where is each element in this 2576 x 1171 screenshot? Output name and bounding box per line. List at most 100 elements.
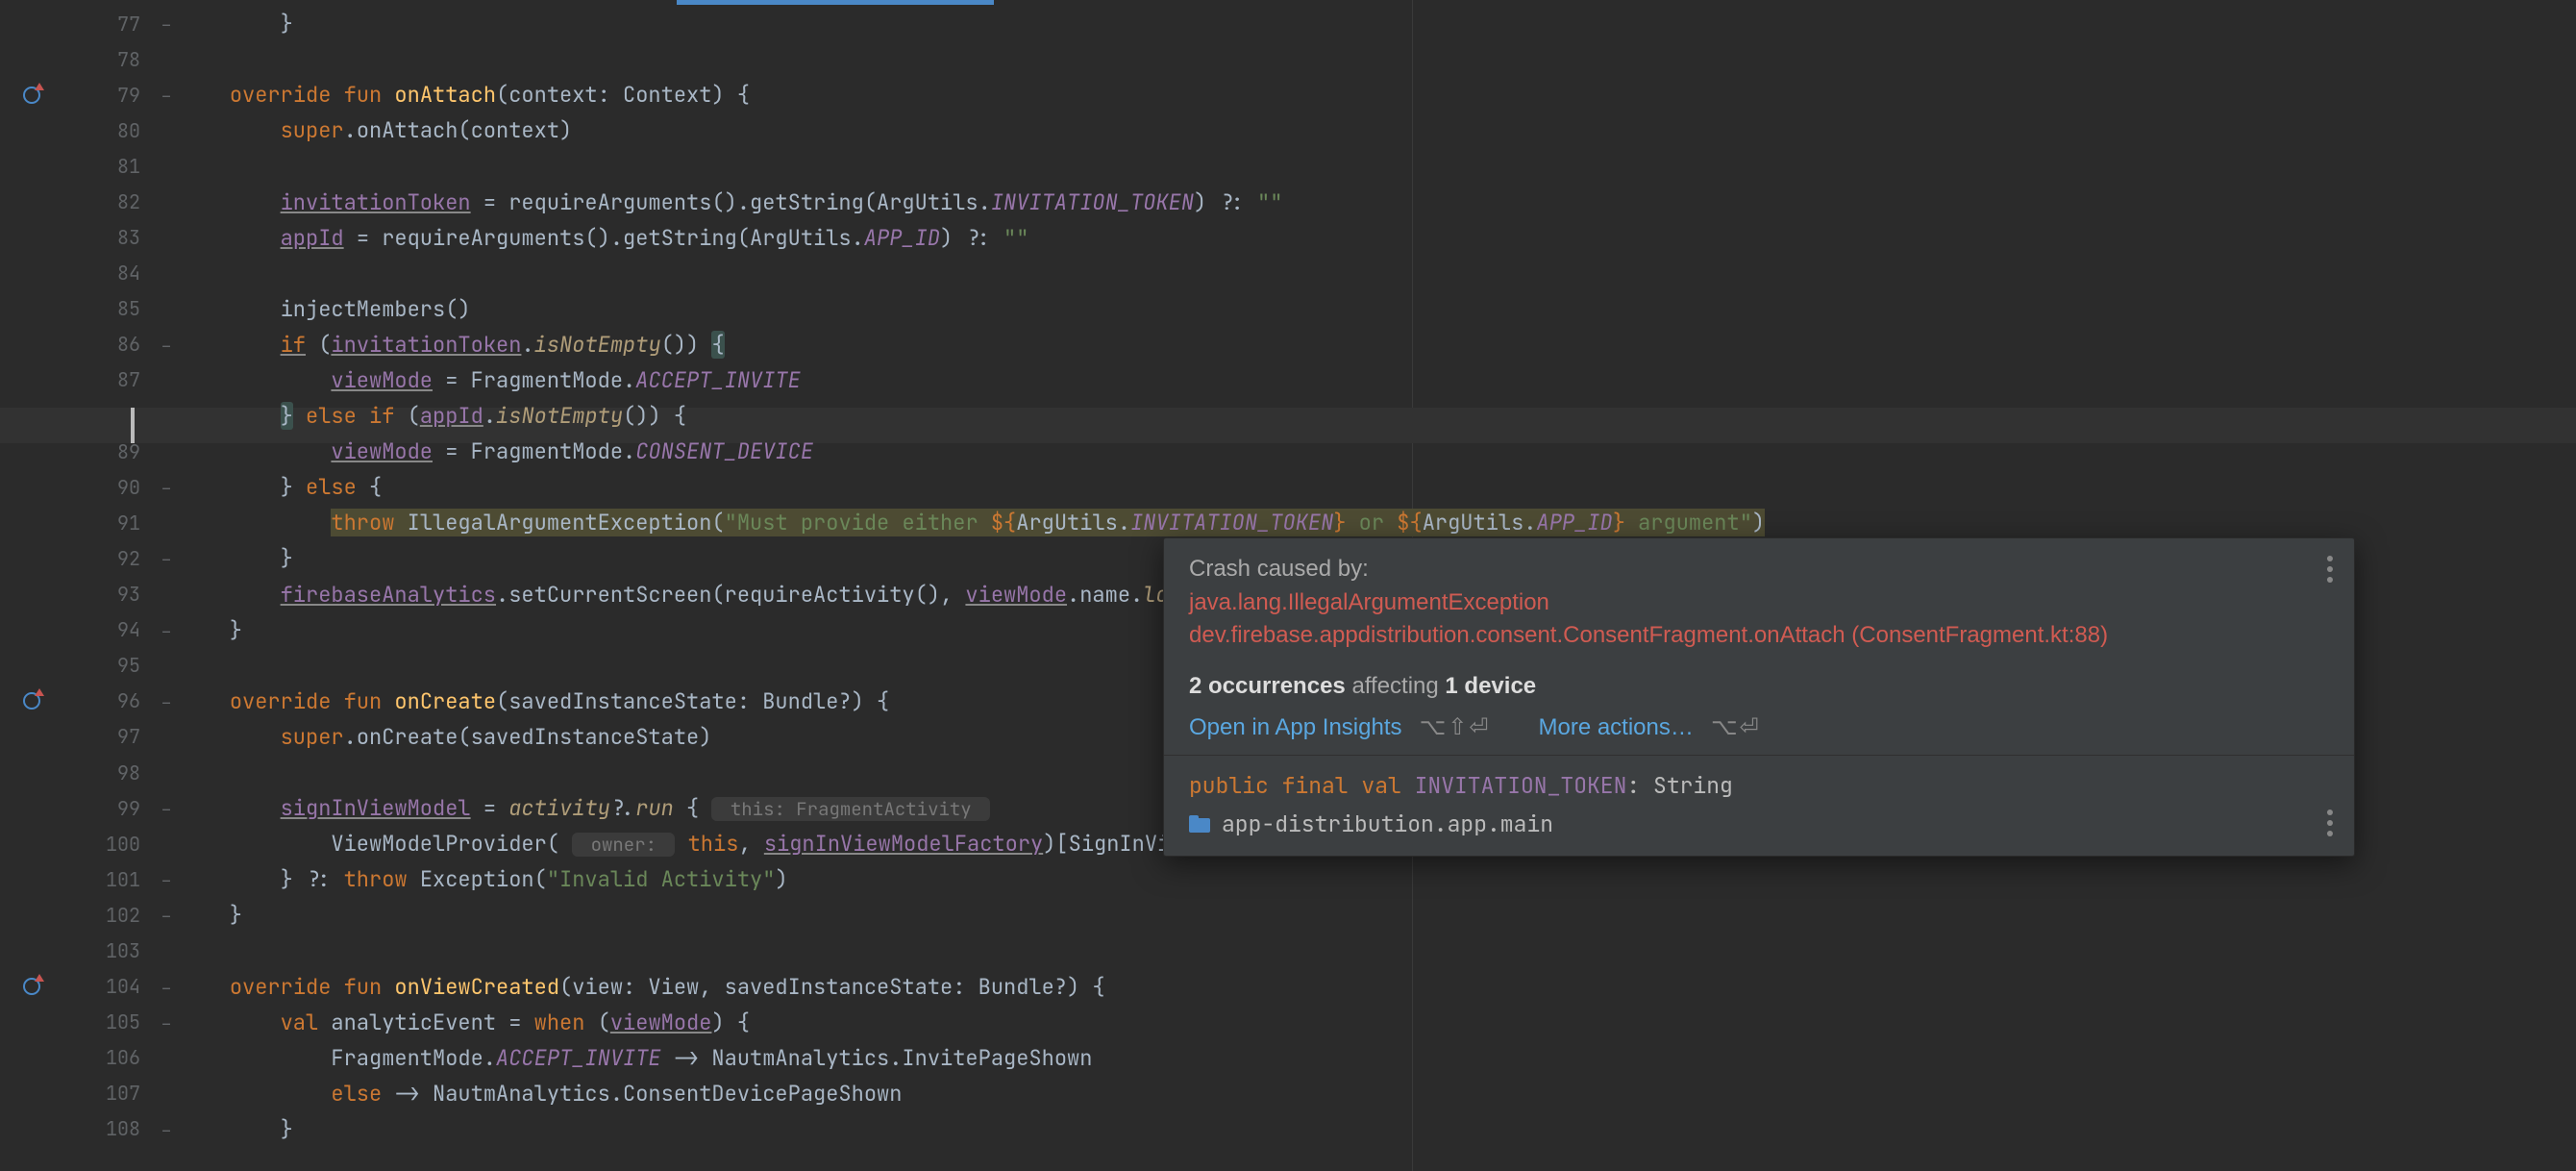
code-line[interactable]: 106 FragmentMode.ACCEPT_INVITE -> NautmA… [0, 1040, 2576, 1076]
code-content[interactable]: invitationToken = requireArguments().get… [179, 188, 2576, 216]
code-content[interactable]: else -> NautmAnalytics.ConsentDevicePage… [179, 1080, 2576, 1108]
code-line[interactable]: 79– override fun onAttach(context: Conte… [0, 77, 2576, 112]
line-number[interactable]: 94 [48, 617, 154, 642]
code-line[interactable]: 105– val analyticEvent = when (viewMode)… [0, 1005, 2576, 1040]
declaration-more-icon[interactable] [2327, 810, 2333, 836]
code-line[interactable]: 89 viewMode = FragmentMode.CONSENT_DEVIC… [0, 434, 2576, 469]
code-line[interactable]: 83 appId = requireArguments().getString(… [0, 220, 2576, 256]
code-line[interactable]: 82 invitationToken = requireArguments().… [0, 184, 2576, 219]
code-content[interactable]: if (invitationToken.isNotEmpty()) { [179, 331, 2576, 359]
line-number[interactable]: 101 [48, 867, 154, 892]
line-number[interactable]: 105 [48, 1009, 154, 1034]
open-shortcut: ⌥⇧⏎ [1420, 714, 1491, 740]
override-gutter-icon[interactable] [23, 87, 40, 104]
code-content[interactable]: viewMode = FragmentMode.CONSENT_DEVICE [179, 437, 2576, 465]
line-number[interactable]: 85 [48, 296, 154, 321]
code-line[interactable]: 80 super.onAttach(context) [0, 112, 2576, 148]
code-content[interactable]: FragmentMode.ACCEPT_INVITE -> NautmAnaly… [179, 1044, 2576, 1072]
code-content[interactable]: appId = requireArguments().getString(Arg… [179, 224, 2576, 252]
line-number[interactable]: 99 [48, 796, 154, 821]
more-actions-link[interactable]: More actions… [1538, 714, 1693, 740]
code-line[interactable]: 88 } else if (appId.isNotEmpty()) { [0, 398, 2576, 434]
line-number[interactable]: 96 [48, 688, 154, 713]
code-content[interactable]: override fun onAttach(context: Context) … [179, 81, 2576, 109]
code-content[interactable]: } ?: throw Exception("Invalid Activity") [179, 865, 2576, 893]
line-number[interactable]: 90 [48, 475, 154, 500]
code-content[interactable]: viewMode = FragmentMode.ACCEPT_INVITE [179, 366, 2576, 394]
line-number[interactable]: 86 [48, 332, 154, 357]
code-line[interactable]: 101– } ?: throw Exception("Invalid Activ… [0, 861, 2576, 897]
code-content[interactable]: } [179, 1115, 2576, 1143]
code-content[interactable]: throw IllegalArgumentException("Must pro… [179, 509, 2576, 536]
module-name: app-distribution.app.main [1222, 810, 1553, 838]
line-number[interactable]: 93 [48, 582, 154, 607]
fold-toggle[interactable]: – [154, 10, 179, 37]
caret [131, 408, 135, 443]
code-line[interactable]: 103 [0, 933, 2576, 968]
line-number[interactable]: 81 [48, 154, 154, 179]
fold-toggle[interactable]: – [154, 616, 179, 644]
line-number[interactable]: 106 [48, 1045, 154, 1070]
popup-more-icon[interactable] [2327, 556, 2333, 583]
code-content[interactable]: val analyticEvent = when (viewMode) { [179, 1009, 2576, 1036]
line-number[interactable]: 102 [48, 903, 154, 928]
line-number[interactable]: 84 [48, 261, 154, 286]
devices-count: 1 device [1445, 673, 1536, 699]
code-line[interactable]: 87 viewMode = FragmentMode.ACCEPT_INVITE [0, 362, 2576, 398]
line-number[interactable]: 79 [48, 83, 154, 108]
line-number[interactable]: 104 [48, 974, 154, 999]
line-number[interactable]: 108 [48, 1116, 154, 1141]
code-line[interactable]: 91 throw IllegalArgumentException("Must … [0, 505, 2576, 540]
fold-toggle[interactable]: – [154, 973, 179, 1001]
code-line[interactable]: 77– } [0, 6, 2576, 41]
line-number[interactable]: 97 [48, 724, 154, 749]
fold-toggle[interactable]: – [154, 473, 179, 501]
line-number[interactable]: 77 [48, 12, 154, 37]
line-number[interactable]: 82 [48, 189, 154, 214]
declaration-section: public final val INVITATION_TOKEN: Strin… [1164, 755, 2354, 856]
fold-toggle[interactable]: – [154, 1009, 179, 1036]
line-number[interactable]: 78 [48, 47, 154, 72]
code-content[interactable]: injectMembers() [179, 295, 2576, 323]
code-line[interactable]: 86– if (invitationToken.isNotEmpty()) { [0, 327, 2576, 362]
code-line[interactable]: 104– override fun onViewCreated(view: Vi… [0, 969, 2576, 1005]
code-line[interactable]: 102– } [0, 897, 2576, 933]
code-line[interactable]: 85 injectMembers() [0, 291, 2576, 327]
fold-toggle[interactable]: – [154, 865, 179, 893]
code-content[interactable]: super.onAttach(context) [179, 116, 2576, 144]
code-line[interactable]: 108– } [0, 1111, 2576, 1147]
fold-toggle[interactable]: – [154, 794, 179, 822]
code-content[interactable]: } else if (appId.isNotEmpty()) { [179, 402, 2576, 430]
code-line[interactable]: 78 [0, 41, 2576, 77]
code-content[interactable]: } [179, 901, 2576, 929]
override-gutter-icon[interactable] [23, 978, 40, 995]
line-number[interactable]: 91 [48, 511, 154, 536]
open-app-insights-link[interactable]: Open in App Insights [1189, 714, 1401, 740]
fold-toggle[interactable]: – [154, 901, 179, 929]
override-gutter-icon[interactable] [23, 692, 40, 710]
fold-toggle[interactable]: – [154, 687, 179, 715]
line-number[interactable]: 98 [48, 760, 154, 785]
line-number[interactable]: 80 [48, 118, 154, 143]
gutter-icons [0, 978, 48, 995]
code-line[interactable]: 107 else -> NautmAnalytics.ConsentDevice… [0, 1076, 2576, 1111]
fold-toggle[interactable]: – [154, 81, 179, 109]
line-number[interactable]: 100 [48, 832, 154, 857]
fold-toggle[interactable]: – [154, 544, 179, 572]
line-number[interactable]: 107 [48, 1081, 154, 1106]
fold-toggle[interactable]: – [154, 331, 179, 359]
code-content[interactable]: override fun onViewCreated(view: View, s… [179, 973, 2576, 1001]
crash-location: dev.firebase.appdistribution.consent.Con… [1189, 619, 2329, 652]
code-content[interactable]: } else { [179, 473, 2576, 501]
code-line[interactable]: 84 [0, 256, 2576, 291]
line-number[interactable]: 83 [48, 225, 154, 250]
code-line[interactable]: 81 [0, 148, 2576, 184]
line-number[interactable]: 103 [48, 938, 154, 963]
fold-toggle[interactable]: – [154, 1115, 179, 1143]
line-number[interactable]: 87 [48, 367, 154, 392]
line-number[interactable]: 92 [48, 546, 154, 571]
code-line[interactable]: 90– } else { [0, 469, 2576, 505]
line-number[interactable]: 95 [48, 653, 154, 678]
code-content[interactable]: } [179, 10, 2576, 37]
declaration-text: public final val INVITATION_TOKEN: Strin… [1189, 771, 2329, 800]
